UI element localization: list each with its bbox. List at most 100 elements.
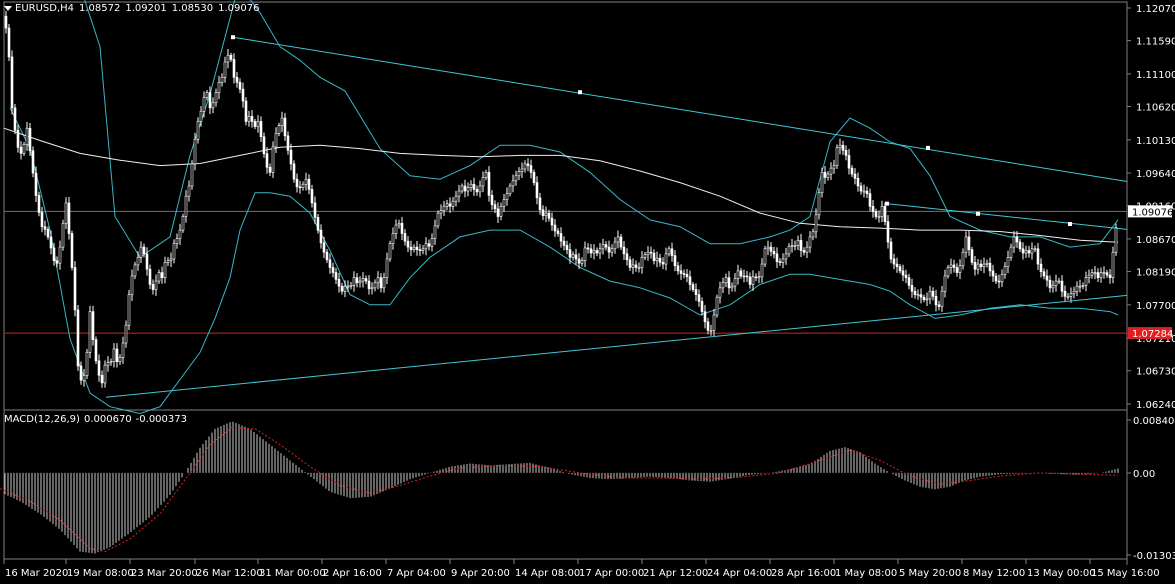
candle bbox=[235, 71, 239, 88]
candle bbox=[394, 219, 398, 240]
trendline-anchor bbox=[976, 211, 980, 216]
candle bbox=[307, 174, 311, 195]
candle bbox=[466, 182, 470, 197]
candle-body bbox=[304, 178, 308, 185]
candle-body bbox=[31, 150, 35, 174]
candle bbox=[262, 132, 266, 158]
candle bbox=[820, 167, 824, 198]
candle-body bbox=[379, 277, 383, 289]
candle bbox=[670, 242, 674, 262]
candle bbox=[1027, 245, 1031, 258]
candle-body bbox=[1030, 248, 1034, 254]
price-tick-label: 1.10620 bbox=[1136, 102, 1175, 113]
candle bbox=[667, 246, 671, 257]
price-chart[interactable]: 1.12070 1.11590 1.11100 1.10620 1.10130 1.096… bbox=[0, 0, 1175, 584]
high-value: 1.09201 bbox=[125, 3, 167, 14]
candle-body bbox=[856, 178, 860, 187]
candle bbox=[436, 210, 440, 229]
candle bbox=[277, 122, 281, 137]
candle-body bbox=[127, 294, 131, 326]
candle-body bbox=[454, 195, 458, 202]
candle-body bbox=[772, 251, 776, 255]
candle-body bbox=[739, 270, 743, 277]
macd-value: 0.000670 bbox=[83, 414, 132, 425]
candle-body bbox=[937, 304, 941, 307]
candle bbox=[439, 204, 443, 220]
candle bbox=[496, 202, 500, 224]
price-tick-label: 1.06730 bbox=[1136, 367, 1175, 378]
candle bbox=[409, 240, 413, 256]
candle bbox=[751, 270, 755, 291]
candle-body bbox=[421, 248, 425, 251]
candle bbox=[730, 282, 734, 292]
candle bbox=[523, 160, 527, 173]
candle-body bbox=[94, 339, 98, 362]
candle bbox=[178, 223, 182, 245]
candle bbox=[1084, 271, 1088, 292]
candle-body bbox=[202, 97, 206, 112]
candle bbox=[1090, 268, 1094, 279]
macd-pane-frame bbox=[3, 409, 1128, 560]
candle-body bbox=[112, 348, 116, 363]
candle bbox=[181, 213, 185, 233]
candle-body bbox=[817, 192, 821, 216]
candle-body bbox=[664, 253, 668, 265]
candle-body bbox=[979, 263, 983, 267]
candle-body bbox=[388, 243, 392, 260]
candle-body bbox=[478, 185, 482, 193]
candle-body bbox=[502, 199, 506, 207]
candle bbox=[1033, 245, 1037, 253]
candle-body bbox=[697, 294, 701, 302]
moving-average-line bbox=[3, 127, 1119, 243]
candle-body bbox=[157, 272, 161, 282]
candle bbox=[310, 184, 314, 208]
candle-body bbox=[1045, 275, 1049, 281]
candle-body bbox=[703, 311, 707, 323]
candle bbox=[4, 10, 8, 34]
candle-body bbox=[361, 278, 365, 282]
candle bbox=[454, 190, 458, 207]
dropdown-triangle-icon[interactable] bbox=[4, 5, 12, 11]
candle-body bbox=[925, 298, 929, 301]
candle bbox=[805, 241, 809, 259]
candle bbox=[349, 282, 353, 290]
candle bbox=[892, 253, 896, 270]
candle bbox=[22, 141, 26, 156]
candle bbox=[490, 190, 494, 210]
close-value: 1.09076 bbox=[218, 3, 260, 14]
candle-body bbox=[355, 277, 359, 284]
candle bbox=[664, 247, 668, 271]
candle-body bbox=[622, 246, 626, 255]
time-tick-label: 31 Mar 00:00 bbox=[259, 568, 326, 579]
candle bbox=[574, 248, 578, 265]
candle bbox=[757, 271, 761, 284]
candle bbox=[337, 272, 341, 293]
candle-body bbox=[991, 270, 995, 277]
candle-body bbox=[1057, 280, 1061, 283]
candle bbox=[685, 268, 689, 283]
candle bbox=[913, 287, 917, 299]
candle bbox=[1039, 258, 1043, 278]
candle-body bbox=[385, 258, 389, 278]
candle bbox=[748, 272, 752, 289]
candle bbox=[937, 300, 941, 311]
candle bbox=[283, 112, 287, 141]
candle-body bbox=[625, 253, 629, 261]
candle bbox=[1078, 279, 1082, 293]
candle-body bbox=[85, 352, 89, 376]
candle-body bbox=[277, 125, 281, 134]
candle bbox=[19, 141, 23, 160]
candle-body bbox=[985, 262, 989, 265]
candle-body bbox=[358, 280, 362, 284]
candle-body bbox=[556, 230, 560, 234]
candle bbox=[859, 182, 863, 195]
candle bbox=[586, 243, 590, 254]
candle bbox=[514, 170, 518, 186]
candle bbox=[871, 200, 875, 218]
candle bbox=[877, 210, 881, 223]
candle-body bbox=[526, 163, 530, 166]
macd-signal-value: -0.000373 bbox=[135, 414, 187, 425]
candle bbox=[475, 185, 479, 196]
candle-body bbox=[568, 249, 572, 258]
candle-body bbox=[886, 221, 890, 243]
